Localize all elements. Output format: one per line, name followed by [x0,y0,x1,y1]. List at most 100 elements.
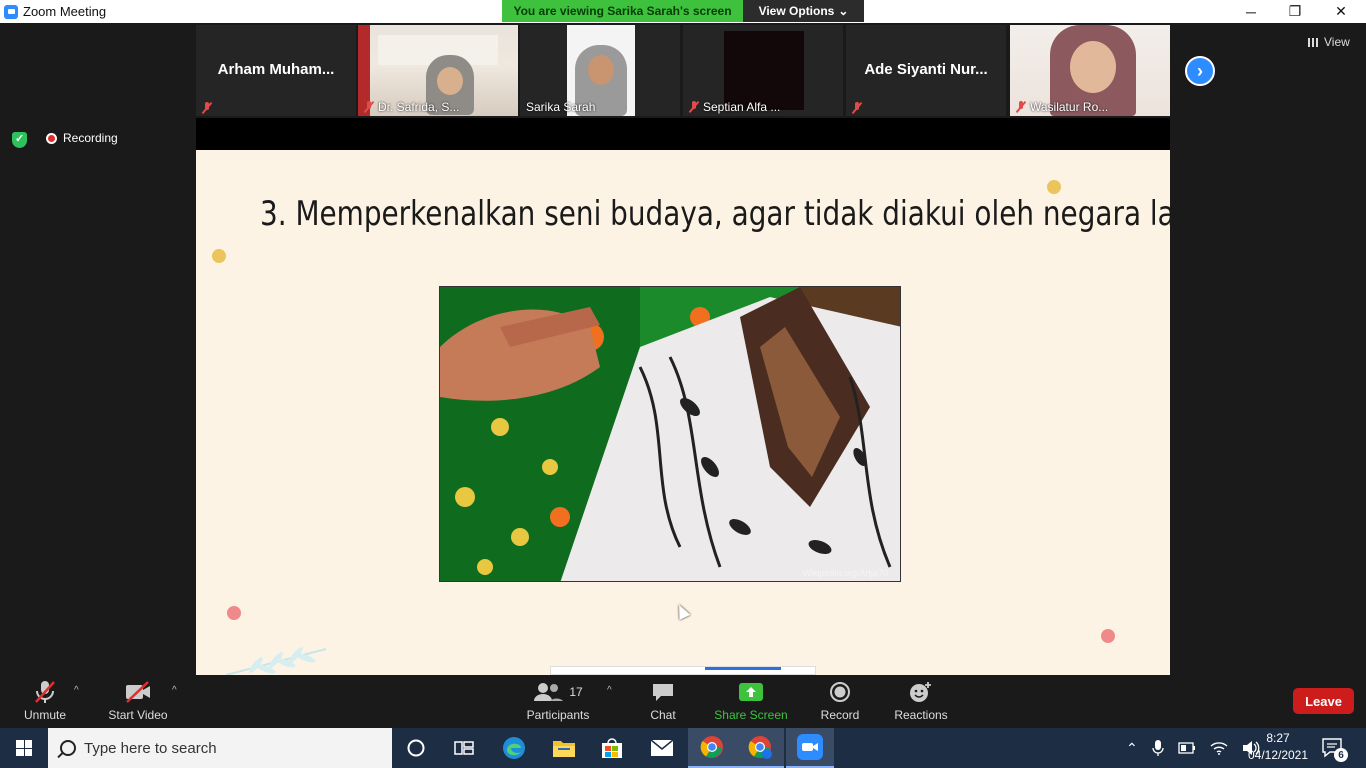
mic-muted-icon [202,102,212,114]
participants-button[interactable]: 17 Participants [524,675,592,728]
participant-tile-ade[interactable]: Ade Siyanti Nur... [846,25,1006,116]
taskbar-zoom[interactable] [786,728,834,768]
decorative-dot [1047,180,1061,194]
taskbar-search-box[interactable]: Type here to search [48,728,392,768]
view-button[interactable]: View [1308,35,1350,49]
participant-label [852,102,862,114]
record-icon [829,679,851,705]
participants-icon: 17 [533,679,583,705]
meeting-controls-toolbar: Unmute ^ Start Video ^ 17 Participants ^… [0,675,1366,728]
taskbar-store[interactable] [588,728,636,768]
chat-label: Chat [650,708,676,722]
participant-tile-sarika[interactable]: Sarika Sarah [520,25,680,116]
taskbar-file-explorer[interactable] [540,728,588,768]
batik-photo: Wikipedia.org/Artja70 [439,286,901,582]
record-label: Record [820,708,860,722]
share-screen-button[interactable]: Share Screen [712,675,790,728]
video-options-caret-icon[interactable]: ^ [172,685,177,696]
recording-indicator[interactable]: Recording [46,131,118,145]
leave-meeting-button[interactable]: Leave [1293,688,1354,714]
gallery-view-icon [1308,37,1318,47]
reactions-label: Reactions [894,708,948,722]
participant-tile-arham[interactable]: Arham Muham... [196,25,356,116]
audio-options-caret-icon[interactable]: ^ [74,685,79,696]
taskbar-chrome-1[interactable] [688,728,736,768]
search-icon [60,740,76,756]
edge-browser-icon [503,737,525,759]
chat-button[interactable]: Chat [642,675,684,728]
minimize-button[interactable]: ─ [1228,0,1274,23]
screen-share-banner: You are viewing Sarika Sarah's screen Vi… [502,0,864,22]
chat-icon [652,679,674,705]
view-options-button[interactable]: View Options ⌄ [743,0,864,22]
windows-taskbar: Type here to search ⌃ 8:27 04/12/2021 6 [0,728,1366,768]
participant-name: Arham Muham... [217,61,335,78]
battery-icon[interactable] [1178,742,1196,754]
task-view-button[interactable] [440,728,488,768]
mic-muted-icon [689,101,699,113]
decorative-dot [1101,629,1115,643]
windows-logo-icon [16,740,32,756]
restore-button[interactable]: ❐ [1272,0,1318,23]
participant-tile-safrida[interactable]: Dr. Safrida, S... [358,25,518,116]
clock-date: 04/12/2021 [1247,748,1309,762]
participant-tile-wasilatur[interactable]: Wasilatur Ro... [1010,25,1170,116]
decorative-dot [212,249,226,263]
participant-tile-septian[interactable]: Septian Alfa ... [683,25,843,116]
taskbar-clock[interactable]: 8:27 04/12/2021 [1240,730,1316,764]
recording-dot-icon [46,132,57,144]
taskbar-chrome-2[interactable] [736,728,784,768]
start-video-label: Start Video [108,708,168,722]
participants-options-caret-icon[interactable]: ^ [607,685,612,696]
chrome-profile-icon [748,736,772,759]
mic-muted-icon [1016,101,1026,113]
reactions-smiley-icon [909,679,933,705]
record-button[interactable]: Record [816,675,864,728]
search-placeholder: Type here to search [84,739,217,757]
start-video-button[interactable]: Start Video [104,675,172,728]
store-bag-icon [602,738,622,758]
image-credit: Wikipedia.org/Artja70 [802,568,888,578]
viewing-screen-indicator: You are viewing Sarika Sarah's screen [502,0,743,22]
view-options-label: View Options [758,4,835,18]
taskbar-mail[interactable] [638,728,686,768]
taskbar-edge[interactable] [490,728,538,768]
next-page-arrow-icon[interactable]: › [1185,56,1215,86]
participant-label [202,102,212,114]
mic-muted-icon [852,102,862,114]
reactions-button[interactable]: Reactions [890,675,952,728]
cortana-button[interactable] [392,728,440,768]
view-button-label: View [1324,35,1350,49]
task-view-icon [454,741,474,755]
microphone-muted-icon [34,679,56,705]
participant-name: Ade Siyanti Nur... [864,61,988,78]
slide-title: 3. Memperkenalkan seni budaya, agar tida… [260,194,1170,234]
chrome-icon [700,736,723,758]
meeting-stage: Arham Muham... Dr. Safrida, S... Sarika … [0,23,1366,675]
share-screen-icon [739,679,763,705]
mic-muted-icon [364,101,374,113]
action-center-button[interactable]: 6 [1322,738,1348,762]
zoom-icon [797,734,823,760]
start-button[interactable] [0,728,48,768]
close-button[interactable]: ✕ [1318,0,1364,23]
mail-icon [650,739,674,756]
unmute-label: Unmute [23,708,67,722]
window-title: Zoom Meeting [23,4,107,19]
zoom-app-icon [4,4,18,19]
chevron-up-icon[interactable]: ⌃ [1126,740,1138,757]
microphone-tray-icon[interactable] [1152,739,1164,757]
participants-count: 17 [569,685,583,699]
security-shield-icon[interactable] [12,132,27,148]
decorative-dot [227,606,241,620]
shared-screen-top-strip [196,118,1170,150]
participants-label: Participants [526,708,590,722]
slide-bottom-bar [550,666,816,675]
unmute-button[interactable]: Unmute [14,675,76,728]
decorative-leaf-icon [226,647,327,675]
chevron-down-icon: ⌄ [838,4,849,18]
shared-screen-slide: 3. Memperkenalkan seni budaya, agar tida… [196,150,1170,675]
participant-label: Septian Alfa ... [689,100,780,114]
wifi-icon[interactable] [1210,740,1228,756]
folder-icon [553,741,575,757]
